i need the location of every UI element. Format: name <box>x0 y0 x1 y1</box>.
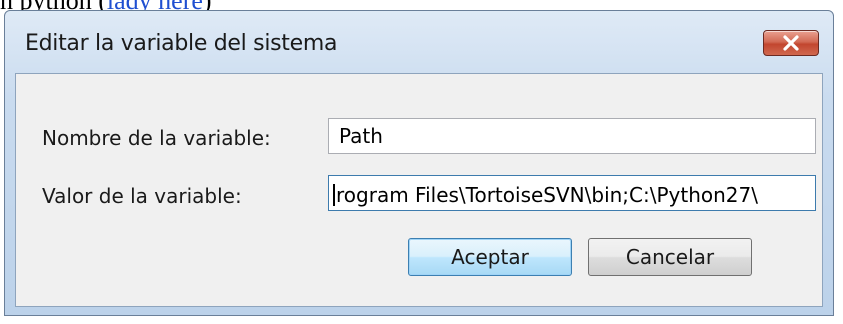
edit-system-variable-dialog: Editar la variable del sistema Nombre de… <box>4 10 834 316</box>
close-icon <box>783 35 799 51</box>
cancel-button[interactable]: Cancelar <box>588 238 752 276</box>
variable-name-field[interactable]: Path <box>328 118 816 154</box>
close-button[interactable] <box>763 30 819 56</box>
variable-value-label: Valor de la variable: <box>42 184 242 208</box>
variable-value-text: rogram Files\TortoiseSVN\bin;C:\Python27… <box>336 182 758 207</box>
text-caret <box>333 183 335 206</box>
title-bar[interactable]: Editar la variable del sistema <box>5 11 833 71</box>
variable-value-field[interactable]: rogram Files\TortoiseSVN\bin;C:\Python27… <box>328 175 816 211</box>
variable-name-value: Path <box>339 124 383 148</box>
dialog-body: Nombre de la variable: Path Valor de la … <box>15 73 823 307</box>
variable-name-label: Nombre de la variable: <box>42 126 271 150</box>
accept-button[interactable]: Aceptar <box>408 238 572 276</box>
dialog-title: Editar la variable del sistema <box>25 31 338 56</box>
